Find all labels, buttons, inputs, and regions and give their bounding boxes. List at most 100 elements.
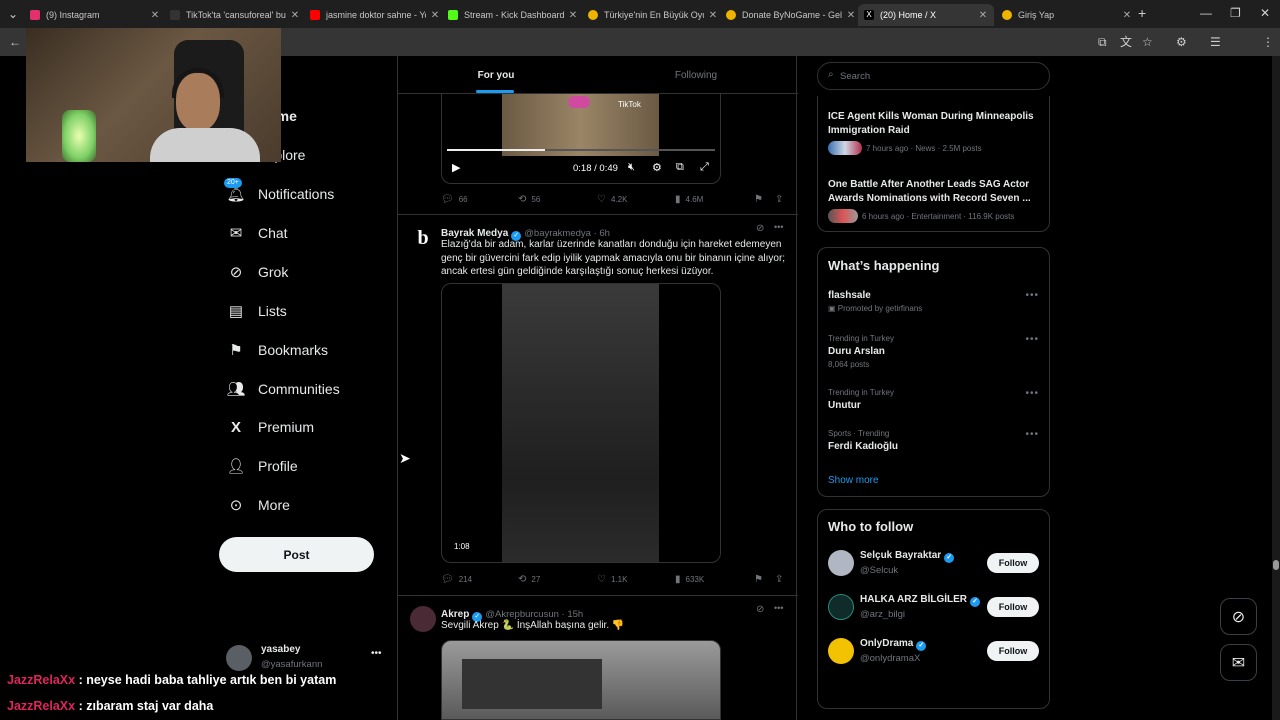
follow-button[interactable]: Follow bbox=[987, 553, 1039, 573]
account-switcher[interactable]: yasabey @yasafurkann ••• bbox=[226, 642, 386, 672]
browser-tab-instagram[interactable]: (9) Instagram ✕ bbox=[30, 4, 160, 26]
close-tab-icon[interactable]: ✕ bbox=[708, 10, 718, 21]
grok-icon[interactable]: ⊘ bbox=[756, 223, 764, 234]
avatar[interactable] bbox=[828, 638, 854, 664]
repost-button[interactable]: ⟲ 56 bbox=[518, 194, 540, 205]
fullscreen-icon[interactable]: ⤢ bbox=[700, 161, 709, 174]
suggested-user-name[interactable]: HALKA ARZ BİLGİLER ✓ bbox=[860, 594, 983, 607]
news-panel: ICE Agent Kills Woman During Minneapolis… bbox=[817, 96, 1050, 232]
trend-item[interactable]: Sports · Trending Ferdi Kadıoğlu bbox=[828, 429, 1040, 452]
tweet-image[interactable] bbox=[441, 640, 721, 720]
avatar[interactable] bbox=[828, 550, 854, 576]
reply-button[interactable]: 💬︎ 66 bbox=[441, 194, 468, 205]
close-window-icon[interactable]: ✕ bbox=[1260, 6, 1270, 20]
browser-tab-donate[interactable]: Donate ByNoGame - Geli ✕ bbox=[726, 4, 856, 26]
search-input[interactable]: ⌕ Search bbox=[817, 62, 1050, 90]
follow-button[interactable]: Follow bbox=[987, 641, 1039, 661]
share-button[interactable]: ⇪ bbox=[775, 574, 788, 585]
tab-groups-icon[interactable]: ☰ bbox=[1210, 35, 1221, 49]
nav-grok[interactable]: ⊘ Grok bbox=[226, 257, 289, 287]
settings-icon[interactable]: ⚙ bbox=[652, 161, 662, 174]
menu-icon[interactable]: ⋮ bbox=[1262, 35, 1274, 49]
video-player[interactable]: TikTok ▶ 0:18 / 0:49 🔇︎ ⚙ ⧉ ⤢ bbox=[441, 94, 721, 184]
post-button[interactable]: Post bbox=[219, 537, 374, 572]
more-dots-icon[interactable]: ••• bbox=[1025, 429, 1039, 440]
like-button[interactable]: ♡ 1.1K bbox=[597, 574, 627, 585]
close-tab-icon[interactable]: ✕ bbox=[290, 10, 300, 21]
nav-chat[interactable]: ✉ Chat bbox=[226, 218, 288, 248]
more-dots-icon[interactable]: ••• bbox=[774, 603, 783, 613]
trend-item[interactable]: Trending in Turkey Duru Arslan 8,064 pos… bbox=[828, 334, 1040, 369]
tab-following[interactable]: Following bbox=[598, 56, 794, 94]
grok-icon[interactable]: ⊘ bbox=[756, 604, 764, 615]
news-item[interactable]: ICE Agent Kills Woman During Minneapolis… bbox=[828, 110, 1040, 155]
suggested-user-name[interactable]: OnlyDrama ✓ bbox=[860, 638, 929, 651]
translate-icon[interactable]: 文 bbox=[1120, 35, 1132, 49]
new-tab-icon[interactable]: + bbox=[1138, 6, 1146, 20]
trend-item[interactable]: Trending in Turkey Unutur bbox=[828, 388, 1040, 411]
more-dots-icon[interactable]: ••• bbox=[774, 222, 783, 232]
nav-premium[interactable]: X Premium bbox=[226, 412, 314, 442]
like-button[interactable]: ♡ 4.2K bbox=[597, 194, 627, 205]
browser-tab-kick[interactable]: Stream - Kick Dashboard ✕ bbox=[448, 4, 578, 26]
news-item[interactable]: One Battle After Another Leads SAG Actor… bbox=[828, 178, 1040, 223]
close-tab-icon[interactable]: ✕ bbox=[150, 10, 160, 21]
follow-button[interactable]: Follow bbox=[987, 597, 1039, 617]
bell-icon: 🔔︎ 20+ bbox=[224, 178, 246, 204]
more-dots-icon[interactable]: ••• bbox=[1025, 290, 1039, 301]
streamer-lamp bbox=[62, 110, 96, 162]
messages-floating-button[interactable]: ✉ bbox=[1220, 644, 1257, 681]
browser-tab-tiktok[interactable]: TikTok'ta 'cansuforeal' bu ✕ bbox=[170, 4, 300, 26]
close-tab-icon[interactable]: ✕ bbox=[568, 10, 578, 21]
share-button[interactable]: ⇪ bbox=[775, 194, 788, 205]
suggested-user-name[interactable]: Selçuk Bayraktar ✓ bbox=[860, 550, 957, 563]
browser-tab-bynogame[interactable]: Türkiye'nin En Büyük Oyu ✕ bbox=[588, 4, 718, 26]
views-button[interactable]: ▮ 4.6M bbox=[675, 194, 703, 205]
nav-communities[interactable]: 👥︎ Communities bbox=[226, 374, 339, 404]
suggested-user-handle: @arz_bilgi bbox=[860, 609, 906, 620]
tab-search-icon[interactable]: ⌄ bbox=[8, 7, 18, 21]
more-dots-icon[interactable]: ••• bbox=[1025, 388, 1039, 399]
play-icon[interactable]: ▶ bbox=[452, 161, 460, 174]
repost-button[interactable]: ⟲ 27 bbox=[518, 574, 540, 585]
nav-more[interactable]: ⊙ More bbox=[226, 490, 290, 520]
show-more-link[interactable]: Show more bbox=[828, 475, 879, 486]
tab-for-you[interactable]: For you bbox=[398, 56, 594, 94]
maximize-icon[interactable]: ❐ bbox=[1230, 6, 1241, 20]
minimize-icon[interactable]: — bbox=[1200, 6, 1212, 20]
video-player[interactable]: 1:08 bbox=[441, 283, 721, 563]
grok-floating-button[interactable]: ⊘ bbox=[1220, 598, 1257, 635]
views-button[interactable]: ▮ 633K bbox=[675, 574, 704, 585]
scrollbar-thumb[interactable] bbox=[1273, 560, 1279, 570]
browser-tab-youtube[interactable]: jasmine doktor sahne - Yo ✕ bbox=[310, 4, 440, 26]
avatar[interactable] bbox=[828, 594, 854, 620]
install-app-icon[interactable]: ⧉ bbox=[1098, 35, 1107, 49]
browser-tab-x-home[interactable]: X (20) Home / X ✕ bbox=[858, 4, 994, 26]
more-dots-icon[interactable]: ••• bbox=[1025, 334, 1039, 345]
heart-icon: ♡ bbox=[597, 574, 606, 585]
reply-button[interactable]: 💬︎ 214 bbox=[441, 574, 472, 585]
nav-bookmarks[interactable]: ⚑ Bookmarks bbox=[226, 335, 328, 365]
close-tab-icon[interactable]: ✕ bbox=[846, 10, 856, 21]
extensions-icon[interactable]: ⚙ bbox=[1176, 35, 1187, 49]
mute-icon[interactable]: 🔇︎ bbox=[628, 161, 635, 174]
page-scrollbar[interactable] bbox=[1272, 56, 1280, 720]
more-dots-icon[interactable]: ••• bbox=[371, 648, 382, 659]
nav-lists[interactable]: ▤ Lists bbox=[226, 296, 287, 326]
close-tab-icon[interactable]: ✕ bbox=[978, 10, 988, 21]
pip-icon[interactable]: ⧉ bbox=[676, 161, 684, 174]
close-tab-icon[interactable]: ✕ bbox=[1122, 10, 1132, 21]
browser-tab-giris[interactable]: Giriş Yap ✕ bbox=[1002, 4, 1132, 26]
bookmark-button[interactable]: ⚑ bbox=[754, 194, 768, 205]
trend-item[interactable]: flashsale ▣ Promoted by getirfinans bbox=[828, 290, 1040, 313]
bynogame-icon bbox=[726, 10, 736, 20]
nav-notifications[interactable]: 🔔︎ 20+ Notifications bbox=[224, 178, 334, 209]
bookmark-star-icon[interactable]: ☆ bbox=[1142, 35, 1153, 49]
back-icon[interactable]: ← bbox=[9, 35, 21, 49]
nav-profile[interactable]: 👤︎ Profile bbox=[226, 451, 297, 481]
tweet[interactable]: Akrep ✓ @Akrepburcusun · 15h ⊘ ••• Sevgili… bbox=[398, 596, 798, 720]
search-placeholder: Search bbox=[840, 71, 871, 82]
close-tab-icon[interactable]: ✕ bbox=[430, 10, 440, 21]
tweet[interactable]: b Bayrak Medya ✓ @bayrakmedya · 6h ⊘ ••• E… bbox=[398, 215, 798, 595]
bookmark-button[interactable]: ⚑ bbox=[754, 574, 768, 585]
